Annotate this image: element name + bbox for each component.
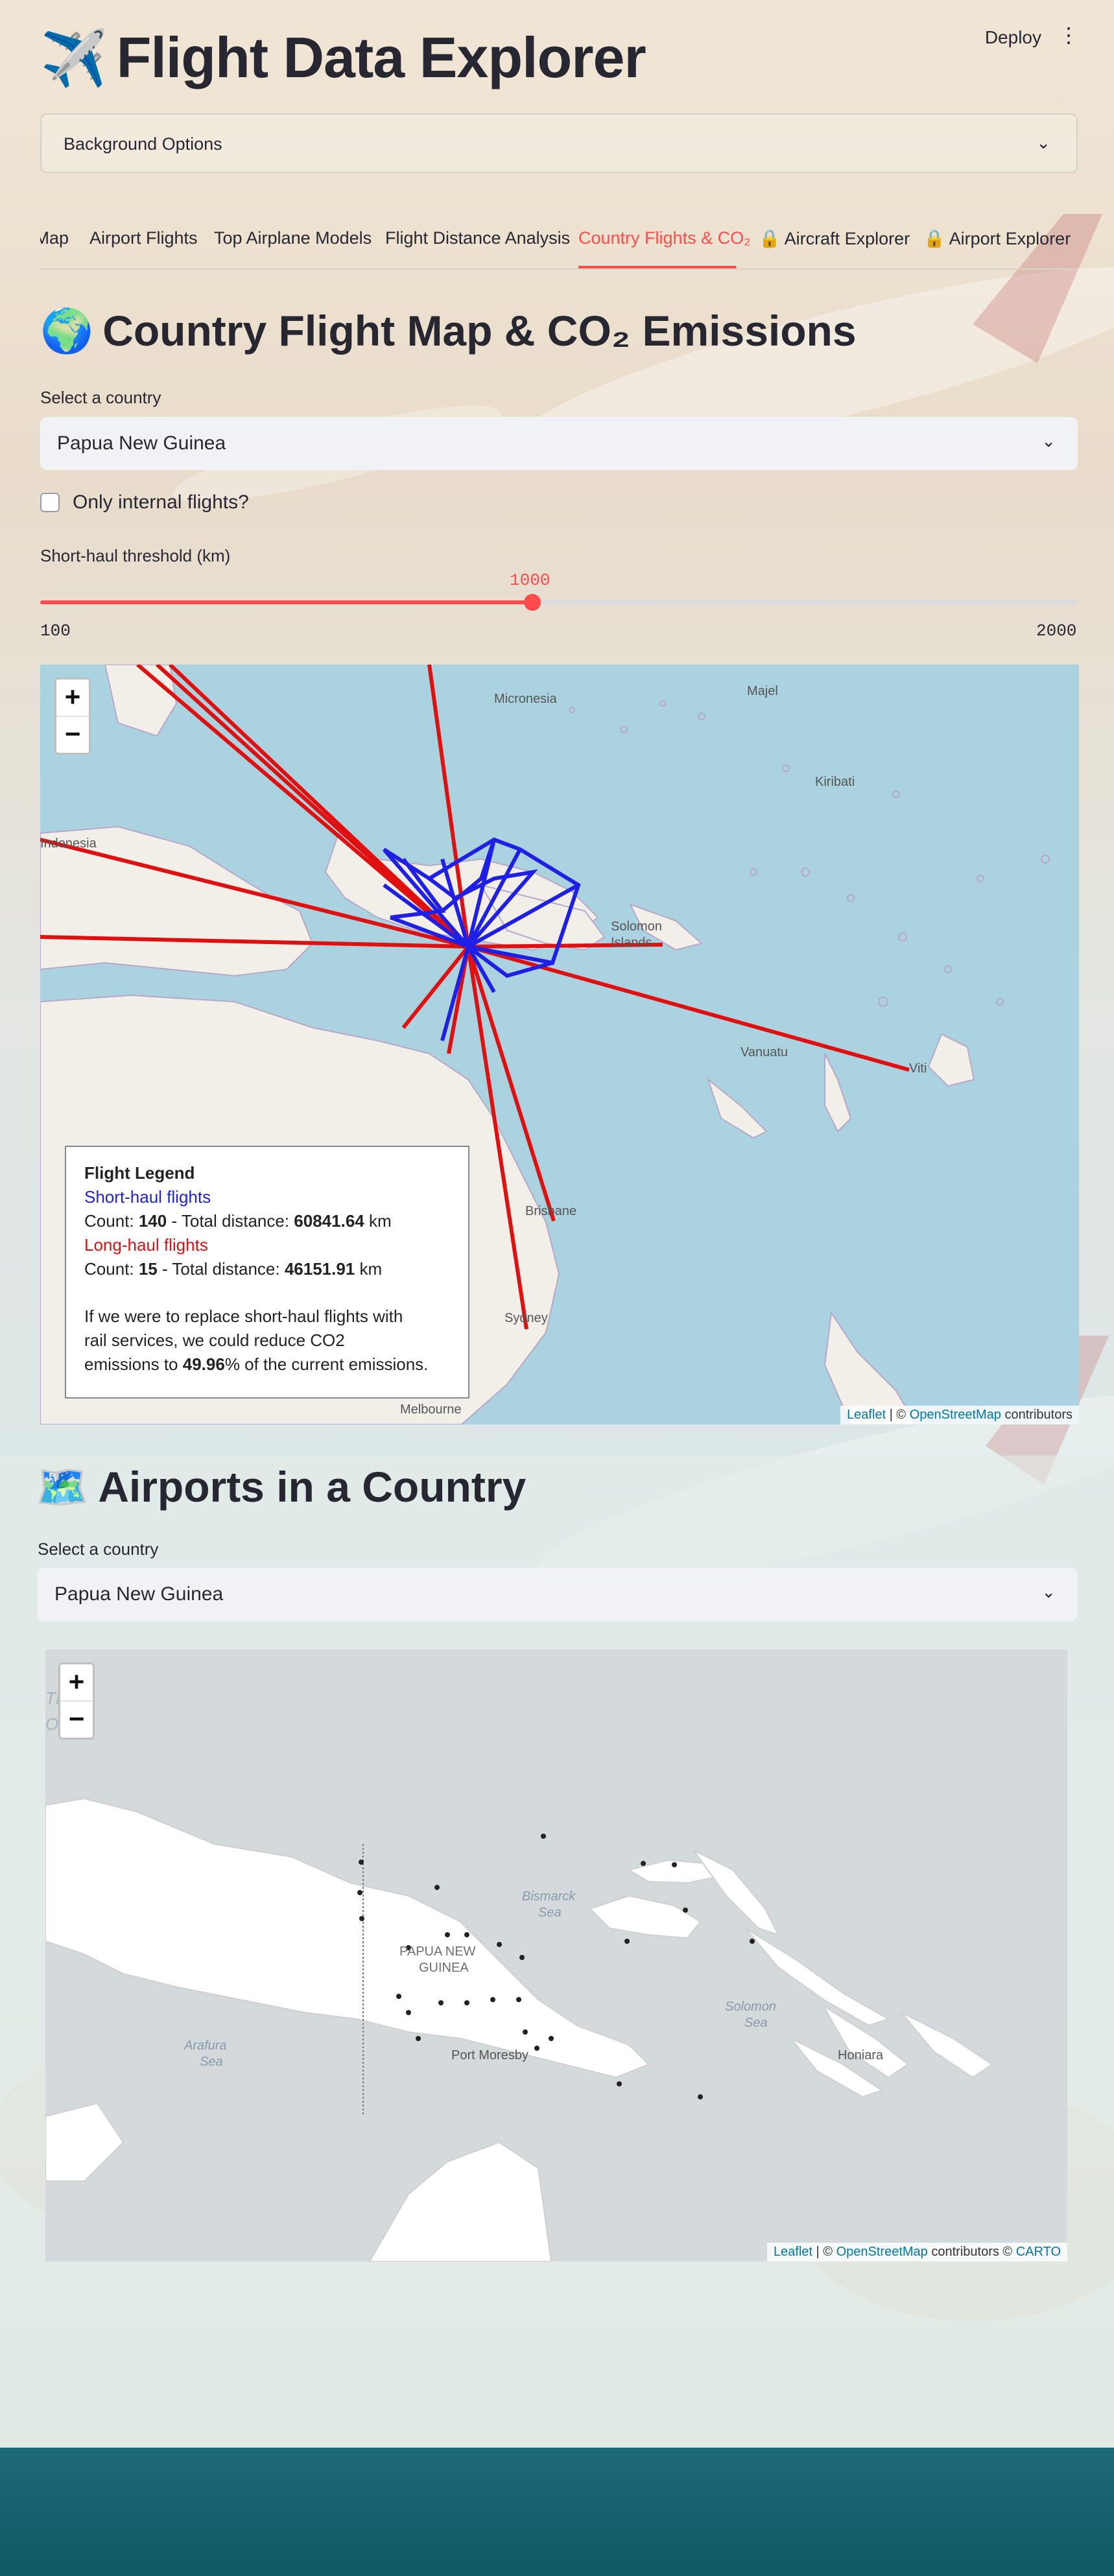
map-label: PAPUA NEW [399, 1944, 476, 1959]
country-select-label: Select a country [40, 388, 161, 407]
slider-thumb[interactable] [524, 594, 541, 611]
section-title-text: Country Flight Map & CO₂ Emissions [102, 307, 857, 355]
map-label: Indonesia [40, 836, 97, 851]
map-label: Port Moresby [451, 2048, 528, 2062]
globe-icon: 🌍 [40, 307, 94, 355]
section-title-country-flights: 🌍 Country Flight Map & CO₂ Emissions [40, 306, 857, 357]
internal-flights-label[interactable]: Only internal flights? [73, 491, 249, 514]
map-label: GUINEA [419, 1961, 469, 1975]
footer-decoration [0, 2448, 1114, 2576]
legend-note-line-2: rail services, we could reduce CO2 [84, 1330, 345, 1350]
country-select-value: Papua New Guinea [57, 432, 226, 454]
map-label: Bismarck [522, 1889, 576, 1904]
flight-map[interactable]: Micronesia Majel Kiribati Indonesia Solo… [40, 665, 1079, 1424]
map-label: Islands [611, 936, 652, 950]
tab-bar: Map Airport Flights Top Airplane Models … [40, 219, 1078, 270]
airports-map[interactable]: Bismarck Sea PAPUA NEW GUINEA Arafura Se… [45, 1649, 1067, 2262]
map-label: Solomon [611, 919, 662, 934]
carto-link[interactable]: CARTO [1016, 2245, 1061, 2259]
legend-title: Flight Legend [84, 1163, 195, 1183]
map-label: Majel [747, 684, 778, 698]
map-icon: 🗺️ [36, 1463, 89, 1511]
chevron-down-icon: ⌄ [1041, 1582, 1056, 1601]
map-label: Sea [538, 1906, 562, 1920]
deploy-button[interactable]: Deploy [985, 27, 1041, 48]
airplane-icon: ✈️ [40, 28, 108, 89]
zoom-in-button[interactable]: + [56, 679, 89, 716]
app-title-text: Flight Data Explorer [116, 25, 646, 89]
airport-country-select-label: Select a country [38, 1539, 159, 1559]
map-label: Kiribati [815, 775, 855, 789]
map-attribution: Leaflet | © OpenStreetMap contributors [840, 1406, 1079, 1424]
airports-map-canvas [45, 1797, 993, 2262]
tab-map[interactable]: Map [40, 228, 69, 248]
map-label: Sea [744, 2016, 768, 2030]
slider-max-label: 2000 [1036, 621, 1077, 641]
expander-label: Background Options [64, 134, 222, 154]
tab-top-airplane-models[interactable]: Top Airplane Models [214, 228, 372, 248]
map-label: Arafura [184, 2038, 227, 2053]
threshold-slider-label: Short-haul threshold (km) [40, 546, 231, 565]
airport-country-select[interactable]: Papua New Guinea ⌄ [38, 1568, 1078, 1621]
chevron-down-icon: ⌄ [1036, 133, 1050, 152]
map-zoom-control: + − [58, 1662, 95, 1740]
tab-aircraft-explorer[interactable]: 🔒 Aircraft Explorer [759, 228, 910, 249]
leaflet-link[interactable]: Leaflet [847, 1408, 886, 1422]
map-label: Honiara [838, 2048, 884, 2062]
section-title-airports: 🗺️ Airports in a Country [36, 1462, 526, 1513]
map-label: Sydney [504, 1311, 548, 1325]
map-zoom-control: + − [54, 678, 91, 755]
tab-flight-distance-analysis[interactable]: Flight Distance Analysis [385, 228, 570, 248]
legend-long-haul-stats: Count: 15 - Total distance: 46151.91 km [84, 1259, 383, 1279]
legend-short-haul-label: Short-haul flights [84, 1187, 211, 1207]
chevron-down-icon: ⌄ [1041, 431, 1056, 451]
legend-long-haul-label: Long-haul flights [84, 1235, 208, 1255]
map-attribution: Leaflet | © OpenStreetMap contributors ©… [766, 2243, 1067, 2262]
slider-current-value: 1000 [510, 571, 551, 590]
active-tab-indicator [578, 266, 736, 268]
leaflet-link[interactable]: Leaflet [774, 2245, 812, 2259]
map-label: Brisbane [525, 1204, 576, 1218]
osm-link[interactable]: OpenStreetMap [836, 2245, 928, 2259]
tab-country-flights-co2[interactable]: Country Flights & CO₂ [578, 228, 751, 248]
zoom-out-button[interactable]: − [60, 1701, 93, 1738]
tab-airport-flights[interactable]: Airport Flights [89, 228, 198, 248]
internal-flights-checkbox[interactable] [40, 493, 60, 512]
app-title: ✈️ Flight Data Explorer [40, 25, 646, 91]
zoom-in-button[interactable]: + [60, 1664, 93, 1701]
map-label: Micronesia [494, 692, 557, 706]
tab-airport-explorer[interactable]: 🔒 Airport Explorer [923, 228, 1079, 249]
map-label: Vanuatu [741, 1045, 788, 1059]
flight-legend: Flight Legend Short-haul flights Count: … [65, 1146, 469, 1399]
osm-link[interactable]: OpenStreetMap [910, 1408, 1001, 1422]
map-label: Viti [909, 1061, 927, 1076]
airport-country-select-value: Papua New Guinea [54, 1583, 224, 1605]
main-menu-icon[interactable]: ⋮ [1058, 25, 1079, 45]
legend-short-haul-stats: Count: 140 - Total distance: 60841.64 km [84, 1211, 392, 1231]
background-options-expander[interactable]: Background Options ⌄ [40, 113, 1078, 173]
section-title-text: Airports in a Country [98, 1463, 527, 1511]
slider-fill [40, 600, 532, 604]
map-label: Melbourne [400, 1402, 462, 1417]
legend-note-line-1: If we were to replace short-haul flights… [84, 1306, 403, 1326]
zoom-out-button[interactable]: − [56, 716, 89, 753]
legend-note-line-3: emissions to 49.96% of the current emiss… [84, 1354, 429, 1374]
country-select[interactable]: Papua New Guinea ⌄ [40, 417, 1078, 470]
slider-min-label: 100 [40, 621, 71, 641]
map-label: Solomon [725, 2000, 776, 2014]
map-label: Sea [200, 2055, 223, 2069]
